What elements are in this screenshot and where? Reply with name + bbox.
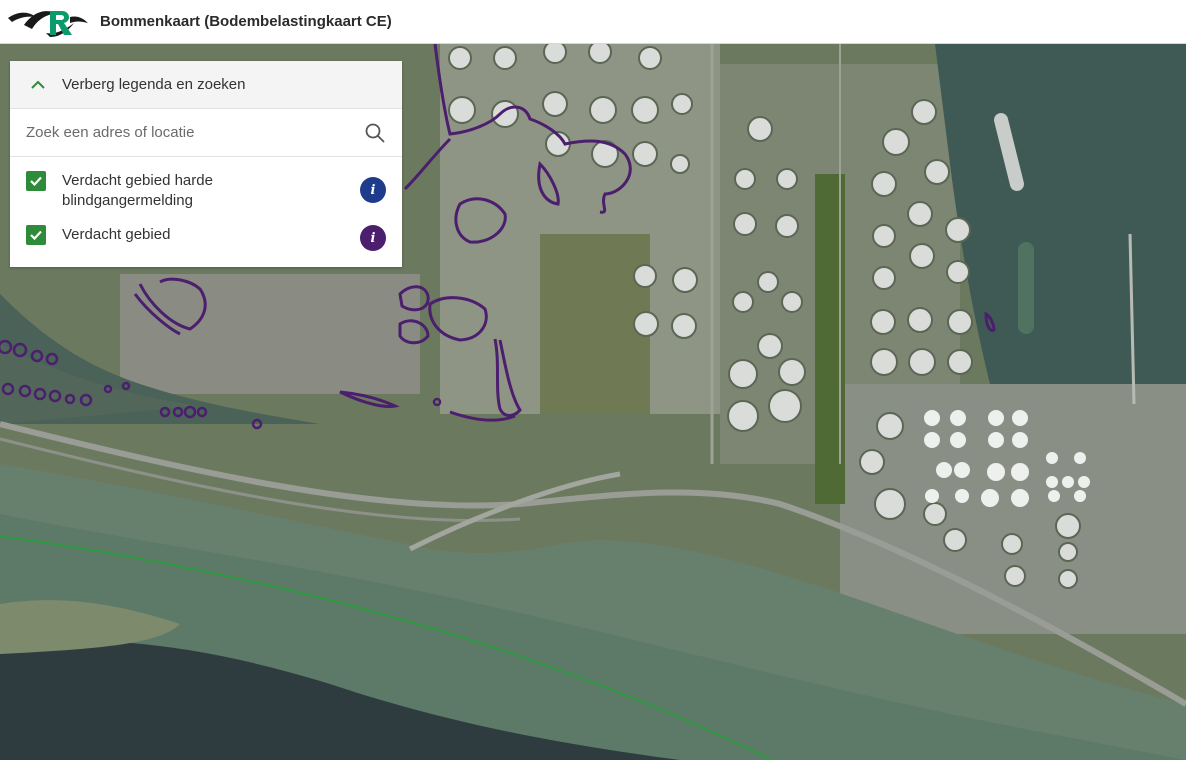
search-bar: [10, 109, 402, 157]
checkmark-icon: [30, 176, 42, 187]
checkmark-icon: [30, 230, 42, 241]
layer-checkbox-harde-blindgangermelding[interactable]: [26, 171, 46, 191]
layer-label: Verdacht gebied harde blindgangermelding: [62, 172, 213, 209]
app-header: Bommenkaart (Bodembelastingkaart CE): [0, 0, 1186, 44]
search-icon[interactable]: [364, 122, 386, 144]
layer-item-verdacht-gebied: Verdacht gebied i: [10, 225, 402, 267]
toggle-legend-label: Verberg legenda en zoeken: [62, 76, 246, 93]
info-icon[interactable]: i: [360, 225, 386, 251]
search-input[interactable]: [26, 117, 346, 148]
info-icon[interactable]: i: [360, 177, 386, 203]
provincial-logo-icon[interactable]: [6, 5, 90, 39]
layer-item-harde-blindgangermelding: Verdacht gebied harde blindgangermelding…: [10, 157, 402, 225]
layer-label: Verdacht gebied: [62, 226, 171, 243]
toggle-legend-button[interactable]: Verberg legenda en zoeken: [10, 61, 402, 109]
legend-panel: Verberg legenda en zoeken Verdacht gebie…: [10, 61, 402, 267]
layer-checkbox-verdacht-gebied[interactable]: [26, 225, 46, 245]
page-title: Bommenkaart (Bodembelastingkaart CE): [100, 13, 392, 30]
chevron-up-icon: [31, 80, 45, 89]
